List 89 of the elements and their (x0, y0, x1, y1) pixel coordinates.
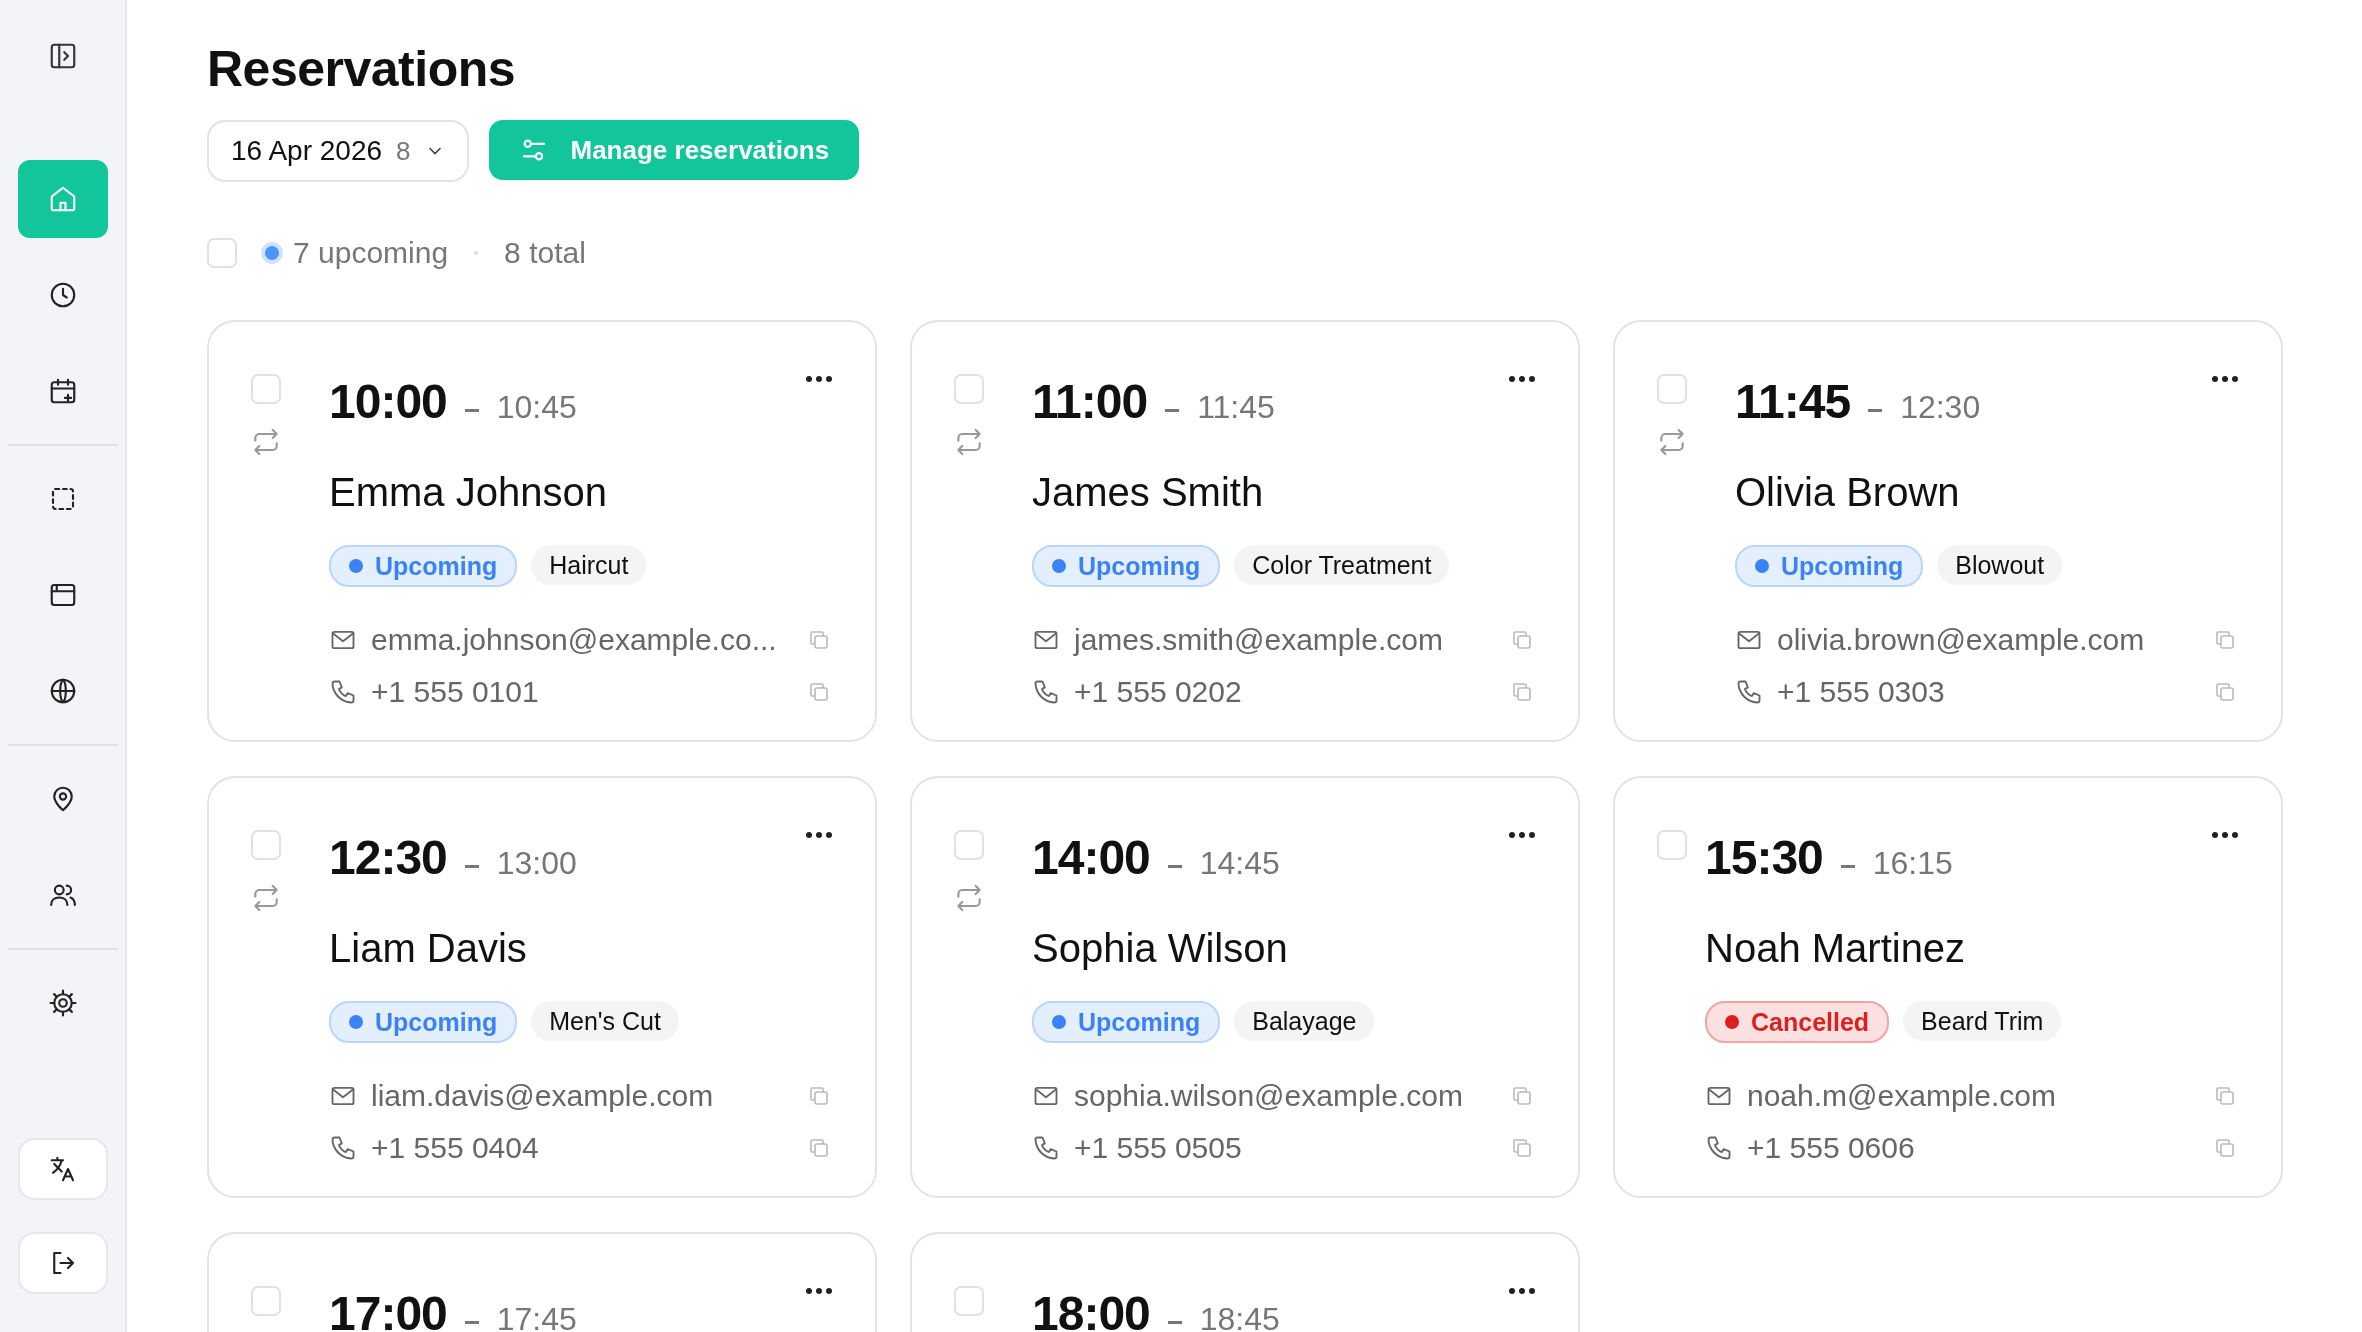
date-picker[interactable]: 16 Apr 2026 8 (207, 120, 469, 182)
email-text: noah.m@example.com (1747, 1079, 2056, 1113)
service-tag: Men's Cut (531, 1001, 679, 1041)
service-tag: Blowout (1937, 545, 2063, 585)
card-checkbox[interactable] (1657, 830, 1687, 860)
status-badge: Cancelled (1705, 1001, 1890, 1043)
card-checkbox[interactable] (251, 374, 281, 404)
end-time: 13:00 (496, 845, 577, 882)
time-separator (1165, 408, 1180, 412)
start-time: 18:00 (1032, 1286, 1150, 1332)
time-separator (1840, 864, 1855, 868)
time-separator (1167, 1320, 1182, 1324)
start-time: 14:00 (1032, 830, 1150, 885)
time-separator (1167, 864, 1182, 868)
client-name: James Smith (1032, 470, 1265, 515)
phone-text: +1 555 0303 (1777, 675, 1945, 709)
status-badge: Upcoming (1032, 1001, 1221, 1043)
card-checkbox[interactable] (1657, 374, 1687, 404)
service-tag: Beard Trim (1903, 1001, 2062, 1041)
end-time: 18:45 (1199, 1301, 1280, 1332)
upcoming-count: 7 upcoming (293, 236, 449, 270)
card-checkbox[interactable] (954, 374, 984, 404)
status-badge: Upcoming (329, 545, 518, 587)
copy-icon[interactable] (1510, 1136, 1534, 1160)
copy-icon[interactable] (807, 1084, 831, 1108)
copy-icon[interactable] (807, 628, 831, 652)
end-time: 17:45 (496, 1301, 577, 1332)
email-text: emma.johnson@example.co... (371, 623, 777, 657)
email-text: olivia.brown@example.com (1777, 623, 2145, 657)
status-badge: Upcoming (329, 1001, 518, 1043)
logout-icon[interactable] (17, 1232, 108, 1294)
page-title: Reservations (207, 40, 517, 98)
status-dot (265, 246, 279, 260)
email-text: liam.davis@example.com (371, 1079, 714, 1113)
phone-text: +1 555 0404 (371, 1131, 539, 1165)
end-time: 12:30 (1900, 389, 1981, 426)
status-badge: Upcoming (1735, 545, 1924, 587)
card-checkbox[interactable] (251, 830, 281, 860)
email-text: sophia.wilson@example.com (1074, 1079, 1463, 1113)
copy-icon[interactable] (807, 680, 831, 704)
end-time: 11:45 (1197, 389, 1275, 426)
start-time: 10:00 (329, 374, 447, 429)
copy-icon[interactable] (1510, 680, 1534, 704)
end-time: 14:45 (1199, 845, 1280, 882)
phone-icon (1032, 1134, 1060, 1162)
time-separator (464, 1320, 479, 1324)
phone-icon (1735, 678, 1763, 706)
phone-icon (329, 1134, 357, 1162)
home-icon[interactable] (17, 160, 108, 238)
phone-text: +1 555 0202 (1074, 675, 1242, 709)
start-time: 11:00 (1032, 374, 1148, 429)
phone-icon (329, 678, 357, 706)
service-tag: Balayage (1234, 1001, 1375, 1041)
copy-icon[interactable] (1510, 1084, 1534, 1108)
phone-text: +1 555 0606 (1747, 1131, 1915, 1165)
client-name: Emma Johnson (329, 470, 608, 515)
client-name: Olivia Brown (1735, 470, 1961, 515)
total-count: 8 total (504, 236, 586, 270)
phone-icon (1032, 678, 1060, 706)
email-text: james.smith@example.com (1074, 623, 1443, 657)
time-separator (464, 408, 479, 412)
service-tag: Color Treatment (1234, 545, 1450, 585)
translate-icon[interactable] (17, 1138, 108, 1200)
copy-icon[interactable] (807, 1136, 831, 1160)
service-tag: Haircut (531, 545, 647, 585)
select-all-checkbox[interactable] (207, 238, 237, 268)
client-name: Sophia Wilson (1032, 926, 1289, 971)
card-checkbox[interactable] (251, 1286, 281, 1316)
start-time: 11:45 (1735, 374, 1851, 429)
phone-text: +1 555 0101 (371, 675, 539, 709)
phone-text: +1 555 0505 (1074, 1131, 1242, 1165)
card-checkbox[interactable] (954, 1286, 984, 1316)
time-separator (464, 864, 479, 868)
status-badge: Upcoming (1032, 545, 1221, 587)
card-checkbox[interactable] (954, 830, 984, 860)
end-time: 16:15 (1872, 845, 1953, 882)
copy-icon[interactable] (2213, 680, 2237, 704)
phone-icon (1705, 1134, 1733, 1162)
client-name: Noah Martinez (1705, 926, 1967, 971)
start-time: 15:30 (1705, 830, 1823, 885)
start-time: 12:30 (329, 830, 447, 885)
time-separator (1868, 408, 1883, 412)
copy-icon[interactable] (1510, 628, 1534, 652)
copy-icon[interactable] (2213, 1136, 2237, 1160)
start-time: 17:00 (329, 1286, 447, 1332)
copy-icon[interactable] (2213, 628, 2237, 652)
client-name: Liam Davis (329, 926, 528, 971)
end-time: 10:45 (496, 389, 577, 426)
copy-icon[interactable] (2213, 1084, 2237, 1108)
